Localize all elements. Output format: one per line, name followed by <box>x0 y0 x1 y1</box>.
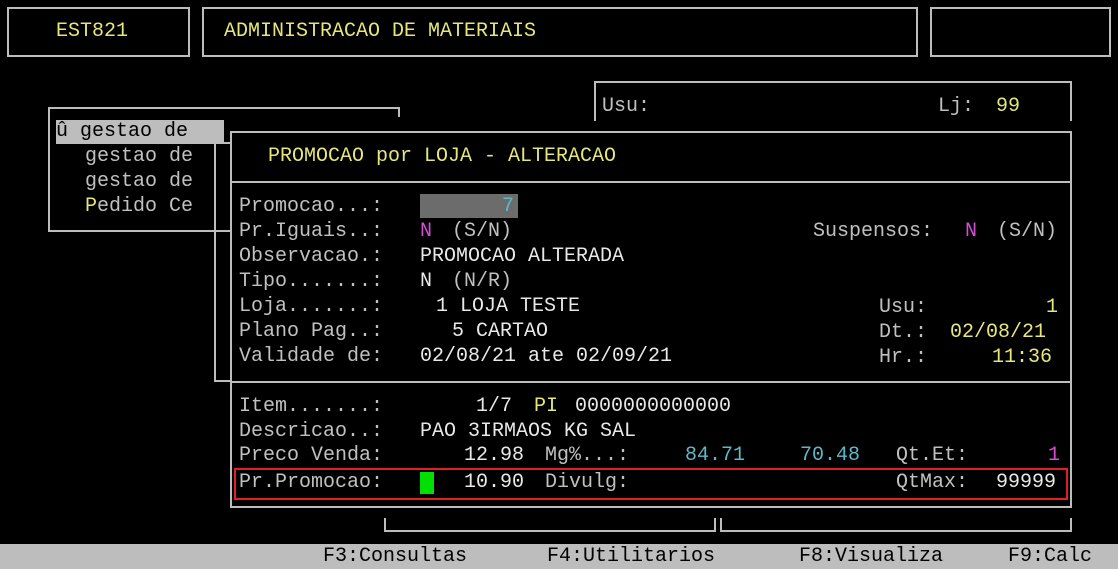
suspensos-hint: (S/N) <box>997 220 1058 243</box>
f4-utilitarios-key[interactable]: F4:Utilitarios <box>547 545 715 569</box>
dialog-title: PROMOCAO por LOJA - ALTERACAO <box>268 145 617 168</box>
loja-label: Loja.......: <box>239 295 384 318</box>
dt-value: 02/08/21 <box>950 321 1047 344</box>
pr-iguais-hint: (S/N) <box>452 220 513 243</box>
descricao-value: PAO 3IRMAOS KG SAL <box>420 420 637 443</box>
user-box-lj-label: Lj: <box>938 95 975 118</box>
observacao-label: Observacao.: <box>239 245 384 268</box>
pi-value: 0000000000000 <box>575 395 732 418</box>
tipo-label: Tipo.......: <box>239 270 384 293</box>
right-header-box <box>930 7 1111 57</box>
suspensos-value[interactable]: N <box>965 220 977 244</box>
menu-frame-right-tick <box>398 107 400 117</box>
dialog-divider-1 <box>230 181 1072 183</box>
promocao-value: 7 <box>502 195 515 218</box>
hr-value: 11:36 <box>992 346 1053 369</box>
menu-item-1[interactable]: û gestao de <box>56 120 224 144</box>
pi-label: PI <box>534 395 559 418</box>
menu-item-2[interactable]: gestao de <box>85 145 193 169</box>
descricao-label: Descricao..: <box>239 420 384 443</box>
tipo-value[interactable]: N <box>420 270 432 294</box>
item-label: Item.......: <box>239 395 384 418</box>
app-title: ADMINISTRACAO DE MATERIAIS <box>224 20 537 43</box>
item-value: 1/7 <box>476 395 513 418</box>
promocao-label: Promocao...: <box>239 195 384 218</box>
f9-calc-key[interactable]: F9:Calc <box>1008 545 1092 569</box>
dt-label: Dt.: <box>879 321 928 344</box>
hr-label: Hr.: <box>879 346 928 369</box>
qtmax-value[interactable]: 99999 <box>996 471 1056 495</box>
usu-value: 1 <box>1046 296 1059 319</box>
qtet-value: 1 <box>1048 444 1061 467</box>
mg-value-1: 84.71 <box>685 444 746 467</box>
pr-iguais-value[interactable]: N <box>420 220 432 244</box>
f8-visualiza-key[interactable]: F8:Visualiza <box>799 545 943 569</box>
plano-value: 5 CARTAO <box>452 320 549 343</box>
menu-item-4-hotkey: P <box>85 195 98 218</box>
bracket-stub <box>214 142 230 382</box>
pr-promocao-label: Pr.Promocao: <box>239 471 384 494</box>
pr-promocao-value[interactable]: 10.90 <box>464 471 524 495</box>
pr-promocao-cursor[interactable] <box>420 472 434 494</box>
preco-value: 12.98 <box>464 444 525 467</box>
divulg-label: Divulg: <box>545 471 630 494</box>
function-key-bar: F3:Consultas F4:Utilitarios F8:Visualiza… <box>0 544 1118 569</box>
f3-consultas-key[interactable]: F3:Consultas <box>323 545 467 569</box>
observacao-value[interactable]: PROMOCAO ALTERADA <box>420 245 624 269</box>
validade-label: Validade de: <box>239 345 384 368</box>
usu-label: Usu: <box>879 296 928 319</box>
qtet-label: Qt.Et: <box>896 444 969 467</box>
user-box-lj-value: 99 <box>996 95 1021 118</box>
loja-value: 1 LOJA TESTE <box>436 295 581 318</box>
program-code: EST821 <box>56 20 129 43</box>
dialog-divider-2 <box>230 381 1072 383</box>
lower-frame-left <box>384 518 716 532</box>
suspensos-label: Suspensos: <box>813 220 934 243</box>
qtmax-label: QtMax: <box>896 471 969 494</box>
user-box-usu-label: Usu: <box>602 95 651 118</box>
preco-label: Preco Venda: <box>239 444 384 467</box>
mg-label: Mg%...: <box>545 444 630 467</box>
tipo-hint: (N/R) <box>452 270 513 293</box>
menu-item-4-label: edido Ce <box>97 195 194 218</box>
menu-item-4[interactable]: Pedido Ce <box>85 195 193 219</box>
pr-iguais-label: Pr.Iguais..: <box>239 220 384 243</box>
plano-label: Plano Pag..: <box>239 320 384 343</box>
lower-frame-right <box>720 518 1072 532</box>
menu-item-3[interactable]: gestao de <box>85 170 193 194</box>
mg-value-2: 70.48 <box>800 444 861 467</box>
validade-value[interactable]: 02/08/21 ate 02/09/21 <box>420 345 672 369</box>
